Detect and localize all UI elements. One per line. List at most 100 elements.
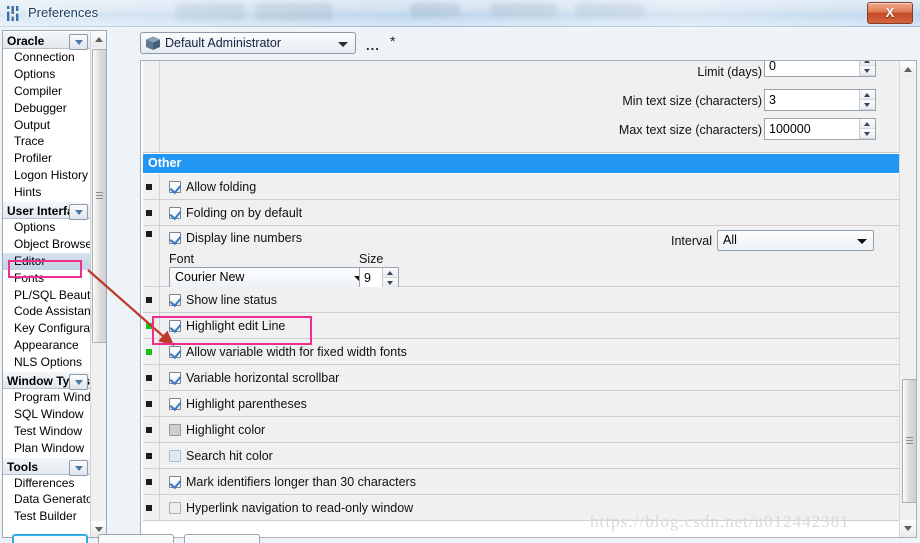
option-checkbox[interactable] — [169, 294, 181, 306]
sidebar-item-appearance[interactable]: Appearance — [3, 337, 91, 354]
row-drag-handle[interactable] — [146, 297, 152, 303]
option-row[interactable]: Show line status — [143, 287, 901, 313]
option-checkbox[interactable] — [169, 320, 181, 332]
sidebar-group-oracle[interactable]: Oracle — [3, 31, 91, 50]
sidebar-item-editor[interactable]: Editor — [3, 252, 91, 270]
sidebar-group-user-interface[interactable]: User Interface — [3, 201, 91, 221]
sidebar-group-tools[interactable]: Tools — [3, 456, 91, 476]
apply-button[interactable] — [98, 534, 174, 543]
sidebar-item-logon-history[interactable]: Logon History — [3, 167, 91, 184]
window-titlebar: Preferences X — [0, 0, 920, 27]
chevron-down-icon — [857, 239, 867, 244]
option-checkbox[interactable] — [169, 232, 181, 244]
sidebar-item-sql-window[interactable]: SQL Window — [3, 406, 91, 423]
font-select[interactable]: Courier New — [169, 267, 371, 288]
option-row[interactable]: Variable horizontal scrollbar — [143, 365, 901, 391]
sidebar-item-connection[interactable]: Connection — [3, 49, 91, 66]
cancel-button[interactable] — [184, 534, 260, 543]
sidebar-scrollbar[interactable] — [90, 31, 106, 537]
sidebar-item-test-window[interactable]: Test Window — [3, 423, 91, 440]
option-checkbox[interactable] — [169, 398, 181, 410]
profile-more-button[interactable]: ... — [366, 38, 380, 53]
size-stepper[interactable] — [382, 268, 398, 288]
sidebar-item-options[interactable]: Options — [3, 66, 91, 83]
option-row[interactable]: Highlight color — [143, 417, 901, 443]
size-label: Size — [359, 252, 384, 266]
option-checkbox[interactable] — [169, 181, 181, 193]
settings-tree[interactable]: Oracle Connection Options Compiler Debugger O… — [2, 30, 107, 538]
sidebar-group-window-types[interactable]: Window Types — [3, 371, 91, 391]
sidebar-item-profiler[interactable]: Profiler — [3, 150, 91, 167]
sidebar-item-code-assistant[interactable]: Code Assistant — [3, 303, 91, 320]
font-label: Font — [169, 252, 195, 266]
sidebar-item-nls-options[interactable]: NLS Options — [3, 354, 91, 371]
row-drag-handle[interactable] — [146, 375, 152, 381]
chevron-down-icon[interactable] — [69, 374, 88, 391]
sidebar-item-object-browser[interactable]: Object Browser — [3, 236, 91, 253]
chevron-down-icon[interactable] — [69, 34, 88, 50]
row-drag-handle[interactable] — [146, 323, 152, 329]
row-drag-handle[interactable] — [146, 427, 152, 433]
chevron-down-icon[interactable] — [69, 204, 88, 221]
sidebar-item-trace[interactable]: Trace — [3, 133, 91, 150]
sidebar-item-test-builder[interactable]: Test Builder — [3, 508, 91, 525]
profile-select[interactable]: Default Administrator — [140, 32, 356, 54]
option-checkbox[interactable] — [169, 424, 181, 436]
sidebar-item-hints[interactable]: Hints — [3, 184, 91, 201]
interval-select[interactable]: All — [717, 230, 874, 251]
sidebar-item-compiler[interactable]: Compiler — [3, 83, 91, 100]
sidebar-scroll-thumb[interactable] — [92, 49, 106, 343]
row-drag-handle[interactable] — [146, 210, 152, 216]
dialog-buttons — [0, 531, 920, 543]
option-checkbox[interactable] — [169, 372, 181, 384]
sidebar-item-pl-sql-beautifier[interactable]: PL/SQL Beautifier — [3, 287, 91, 304]
option-row[interactable]: Allow folding — [143, 174, 901, 200]
ghost-blur-5 — [575, 3, 645, 17]
row-drag-handle[interactable] — [146, 453, 152, 459]
row-drag-handle[interactable] — [146, 505, 152, 511]
sidebar-item-options[interactable]: Options — [3, 219, 91, 236]
row-drag-handle[interactable] — [146, 231, 152, 237]
sidebar-item-output[interactable]: Output — [3, 117, 91, 134]
sliders-icon — [6, 6, 20, 21]
option-row[interactable]: Allow variable width for fixed width fon… — [143, 339, 901, 365]
option-checkbox[interactable] — [169, 450, 181, 462]
row-drag-handle[interactable] — [146, 401, 152, 407]
panel-scrollbar[interactable] — [899, 61, 916, 537]
sidebar-item-fonts[interactable]: Fonts — [3, 270, 91, 287]
option-row[interactable]: Highlight parentheses — [143, 391, 901, 417]
option-row[interactable]: Hyperlink navigation to read-only window — [143, 495, 901, 521]
option-checkbox[interactable] — [169, 346, 181, 358]
sidebar-group-label: Oracle — [7, 34, 45, 48]
option-row[interactable]: Highlight edit Line — [143, 313, 901, 339]
chevron-down-icon[interactable] — [69, 459, 88, 476]
row-drag-handle[interactable] — [146, 349, 152, 355]
option-label: Variable horizontal scrollbar — [186, 371, 340, 385]
panel-scroll-thumb[interactable] — [902, 379, 916, 503]
option-row[interactable]: Folding on by default — [143, 200, 901, 226]
sidebar-item-plan-window[interactable]: Plan Window — [3, 440, 91, 457]
option-row[interactable]: Display line numbers Interval All Font Couri… — [143, 226, 901, 288]
sidebar-scroll-up-icon[interactable] — [91, 31, 106, 47]
font-value: Courier New — [175, 270, 245, 284]
option-row[interactable]: Mark identifiers longer than 30 characte… — [143, 469, 901, 495]
row-divider — [159, 200, 160, 225]
option-label: Display line numbers — [186, 231, 303, 245]
settings-tree-list: Oracle Connection Options Compiler Debugger O… — [3, 31, 91, 537]
sidebar-item-program-window[interactable]: Program Window — [3, 389, 91, 406]
sidebar-item-debugger[interactable]: Debugger — [3, 100, 91, 117]
panel-scroll-up-icon[interactable] — [900, 61, 916, 78]
option-checkbox[interactable] — [169, 476, 181, 488]
ok-button[interactable] — [12, 534, 88, 543]
option-row[interactable]: Search hit color — [143, 443, 901, 469]
size-field[interactable]: 9 — [359, 267, 399, 288]
options-list: Limit (days) 0 Min text size (characters… — [141, 61, 901, 537]
sidebar-item-key-configuration[interactable]: Key Configuration — [3, 320, 91, 337]
row-drag-handle[interactable] — [146, 184, 152, 190]
option-checkbox[interactable] — [169, 207, 181, 219]
sidebar-item-data-generator[interactable]: Data Generator — [3, 491, 91, 508]
sidebar-item-differences[interactable]: Differences — [3, 475, 91, 492]
row-drag-handle[interactable] — [146, 479, 152, 485]
option-checkbox[interactable] — [169, 502, 181, 514]
close-button[interactable]: X — [867, 2, 913, 24]
